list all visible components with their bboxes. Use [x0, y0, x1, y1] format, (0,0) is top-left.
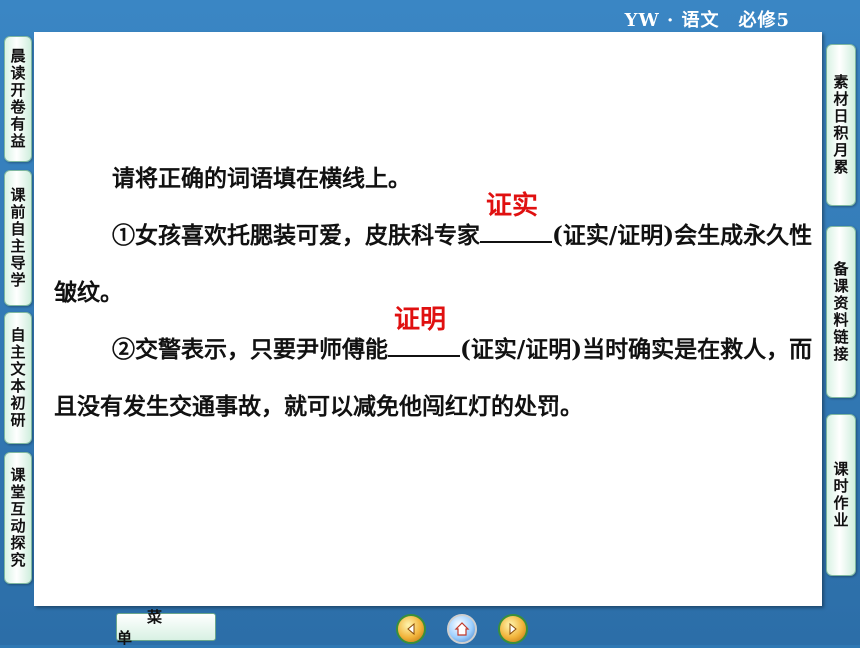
question-1-prefix: ①女孩喜欢托腮装可爱，皮肤科专家 [112, 222, 480, 249]
question-2-prefix: ②交警表示，只要尹师傅能 [112, 336, 388, 363]
answer-blank-1: 证实 [480, 191, 552, 243]
sidebar-item-pre-class[interactable]: 课前自主导学 [4, 170, 32, 306]
menu-button[interactable]: 菜单 [116, 608, 216, 647]
sidebar-item-label: 素材日积月累 [831, 74, 850, 176]
sidebar-item-materials[interactable]: 素材日积月累 [826, 44, 856, 206]
home-button[interactable] [447, 614, 477, 644]
header-title: YW · 语文 必修5 [624, 10, 790, 31]
answer-2: 证明 [394, 305, 447, 335]
sidebar-item-classroom[interactable]: 课堂互动探究 [4, 452, 32, 584]
arrow-left-icon [407, 622, 415, 636]
question-2: ②交警表示，只要尹师傅能 证明 (证实/证明)当时确实是在救人，而且没有发生交通事故… [54, 305, 814, 435]
sidebar-item-text-study[interactable]: 自主文本初研 [4, 312, 32, 444]
sidebar-item-morning-reading[interactable]: 晨读开卷有益 [4, 36, 32, 162]
sidebar-item-homework[interactable]: 课时作业 [826, 414, 856, 576]
sidebar-item-label: 课前自主导学 [8, 187, 27, 289]
instruction-text: 请将正确的词语填在横线上。 [112, 165, 411, 192]
sidebar-item-label: 备课资料链接 [831, 261, 850, 363]
next-button[interactable] [498, 614, 528, 644]
content-panel: 请将正确的词语填在横线上。 ①女孩喜欢托腮装可爱，皮肤科专家 证实 (证实/证明)会… [34, 32, 822, 606]
answer-1: 证实 [486, 191, 539, 221]
arrow-right-icon [509, 622, 517, 636]
sidebar-item-resources[interactable]: 备课资料链接 [826, 226, 856, 398]
previous-button[interactable] [396, 614, 426, 644]
answer-blank-2: 证明 [388, 305, 460, 357]
sidebar-item-label: 课堂互动探究 [8, 467, 27, 569]
sidebar-item-label: 晨读开卷有益 [8, 48, 27, 150]
home-icon [454, 622, 470, 636]
sidebar-item-label: 自主文本初研 [8, 327, 27, 429]
sidebar-item-label: 课时作业 [831, 461, 850, 529]
